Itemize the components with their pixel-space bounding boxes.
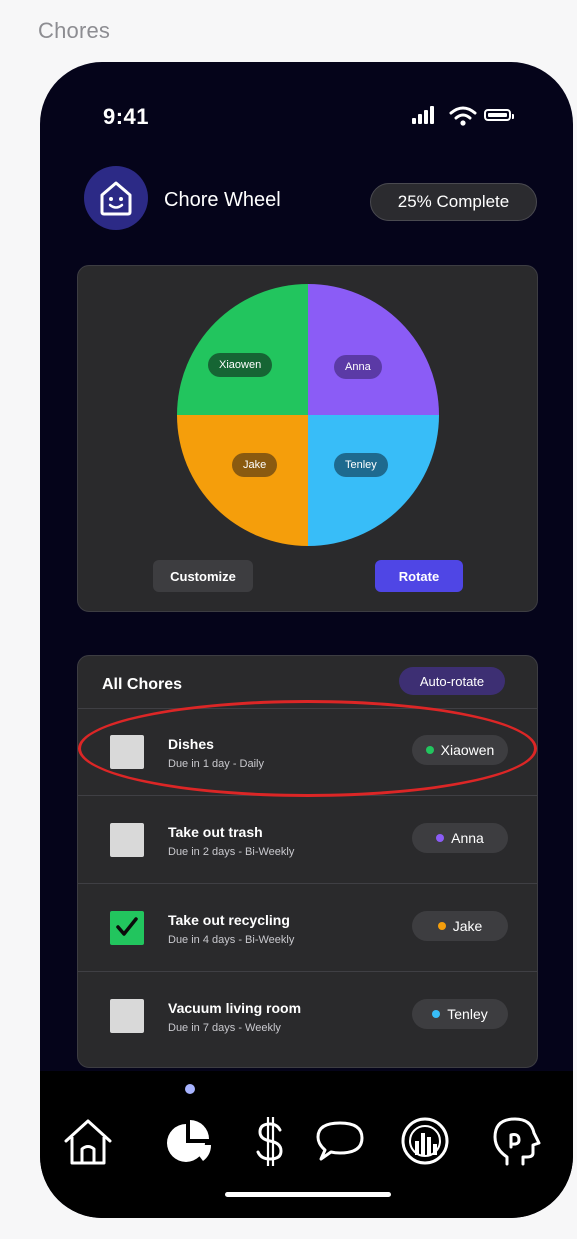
wheel-segment-anna[interactable]	[308, 284, 439, 415]
chore-row-vacuum[interactable]: Vacuum living room Due in 7 days - Weekl…	[78, 972, 537, 1060]
chore-due: Due in 4 days - Bi-Weekly	[168, 934, 295, 946]
chore-checkbox-checked[interactable]	[110, 911, 144, 945]
chore-row-trash[interactable]: Take out trash Due in 2 days - Bi-Weekly…	[78, 796, 537, 884]
wheel-label-tenley: Tenley	[334, 453, 388, 477]
smiling-house-icon[interactable]	[84, 166, 148, 230]
customize-button[interactable]: Customize	[153, 560, 253, 592]
chat-bubble-icon[interactable]	[310, 1111, 370, 1171]
app-title: Chore Wheel	[164, 189, 281, 211]
assignee-dot	[436, 834, 445, 842]
analytics-icon[interactable]	[395, 1111, 455, 1171]
auto-rotate-toggle[interactable]: Auto-rotate	[399, 667, 505, 695]
phone-frame: 9:41 Chore Wheel 25% Complete Xiaowen An…	[40, 62, 573, 1218]
assignee-dot	[432, 1010, 441, 1018]
assignee-name: Tenley	[447, 1006, 488, 1022]
design-canvas: Chores 9:41 Chore Wheel 25% Complete Xia…	[0, 0, 577, 1239]
highlight-annotation	[78, 700, 537, 797]
chore-checkbox[interactable]	[110, 823, 144, 857]
chore-row-recycling[interactable]: Take out recycling Due in 4 days - Bi-We…	[78, 884, 537, 972]
chore-wheel-card: Xiaowen Anna Tenley Jake Customize Rotat…	[77, 265, 538, 612]
status-time: 9:41	[103, 104, 150, 129]
wifi-icon	[449, 106, 477, 126]
wheel-label-xiaowen: Xiaowen	[208, 353, 273, 377]
home-icon[interactable]	[58, 1111, 118, 1171]
assignee-dot	[437, 922, 446, 930]
chores-heading: All Chores	[102, 676, 183, 693]
profile-face-icon[interactable]	[485, 1111, 545, 1171]
status-icons	[412, 106, 522, 126]
wheel-label-jake: Jake	[232, 453, 278, 477]
wheel-label-anna: Anna	[334, 355, 382, 379]
battery-icon	[484, 109, 511, 121]
assignee-badge[interactable]: Tenley	[412, 999, 508, 1029]
assignee-badge[interactable]: Jake	[412, 911, 508, 941]
dollar-icon[interactable]	[240, 1111, 300, 1171]
assignee-name: Anna	[451, 830, 484, 846]
wheel-segment-jake[interactable]	[177, 415, 308, 546]
chore-name: Take out trash	[168, 824, 263, 840]
wheel-segment-xiaowen[interactable]	[177, 284, 308, 415]
progress-badge: 25% Complete	[370, 183, 537, 221]
bottom-tab-bar	[40, 1071, 573, 1218]
chore-due: Due in 2 days - Bi-Weekly	[168, 846, 295, 858]
active-tab-indicator	[185, 1084, 195, 1094]
assignee-name: Jake	[452, 918, 483, 934]
chore-wheel[interactable]	[174, 284, 442, 546]
chore-due: Due in 7 days - Weekly	[168, 1022, 281, 1034]
wheel-segment-tenley[interactable]	[308, 415, 439, 546]
home-indicator[interactable]	[225, 1192, 391, 1197]
pie-chart-icon[interactable]	[158, 1111, 218, 1171]
chore-checkbox[interactable]	[110, 999, 144, 1033]
checkmark-icon	[116, 917, 138, 936]
rotate-button[interactable]: Rotate	[375, 560, 463, 592]
chore-name: Vacuum living room	[168, 1000, 302, 1016]
assignee-badge[interactable]: Anna	[412, 823, 508, 853]
chore-name: Take out recycling	[168, 912, 290, 928]
frame-title: Chores	[38, 18, 111, 43]
